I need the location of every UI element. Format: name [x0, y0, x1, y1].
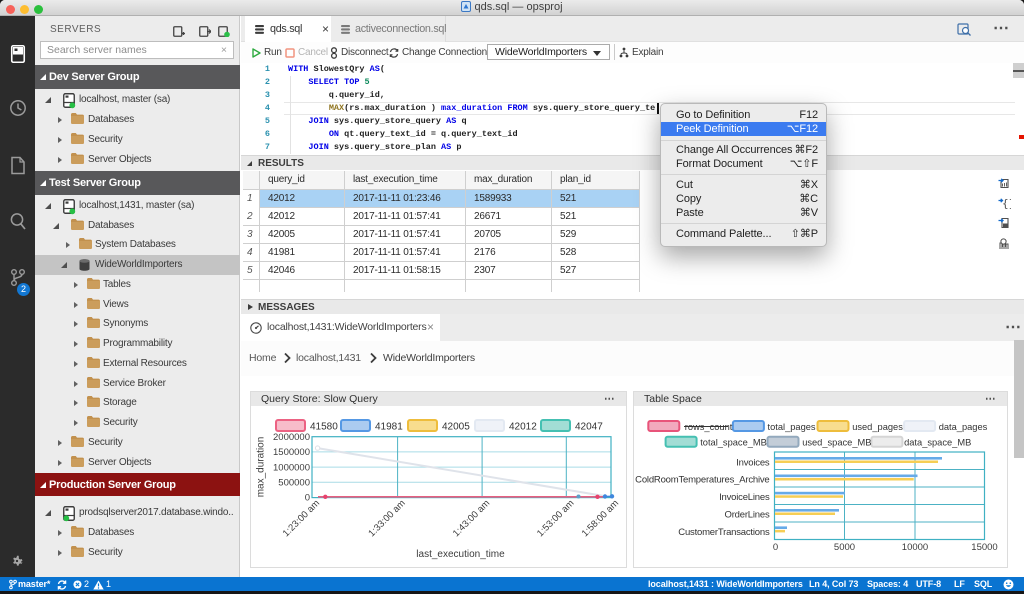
svg-text:0: 0 [773, 542, 778, 553]
svg-text:1000000: 1000000 [273, 462, 310, 473]
svg-text:total_pages: total_pages [768, 422, 816, 432]
svg-text:data_pages: data_pages [939, 422, 988, 432]
svg-text:used_space_MB: used_space_MB [802, 438, 871, 448]
svg-text:CustomerTransactions: CustomerTransactions [678, 527, 770, 538]
svg-text:last_execution_time: last_execution_time [416, 549, 505, 560]
svg-text:41981: 41981 [375, 422, 403, 433]
svg-text:ColdRoomTemperatures_Archive: ColdRoomTemperatures_Archive [635, 475, 769, 486]
svg-text:15000: 15000 [971, 542, 997, 553]
svg-text:max_duration: max_duration [256, 437, 267, 498]
svg-text:41580: 41580 [310, 422, 338, 433]
svg-text:used_pages: used_pages [852, 422, 903, 432]
svg-text:1:43:00 am: 1:43:00 am [451, 498, 492, 539]
svg-text:42012: 42012 [509, 422, 537, 433]
svg-text:1:53:00 am: 1:53:00 am [535, 498, 576, 539]
svg-text:1:23:00 am: 1:23:00 am [281, 498, 322, 539]
svg-text:1:33:00 am: 1:33:00 am [366, 498, 407, 539]
svg-text:OrderLines: OrderLines [725, 510, 770, 521]
svg-text:1:58:00 am: 1:58:00 am [580, 498, 621, 539]
svg-text:{}: {} [1002, 197, 1011, 209]
svg-text:500000: 500000 [278, 478, 310, 489]
svg-text:42047: 42047 [575, 422, 603, 433]
svg-text:total_space_MB: total_space_MB [700, 438, 767, 448]
svg-text:5000: 5000 [834, 542, 855, 553]
svg-text:data_space_MB: data_space_MB [904, 438, 971, 448]
svg-text:2000000: 2000000 [273, 432, 310, 443]
svg-text:InvoiceLines: InvoiceLines [719, 492, 770, 503]
svg-text:Invoices: Invoices [736, 457, 770, 468]
svg-text:42005: 42005 [442, 422, 470, 433]
svg-text:1500000: 1500000 [273, 447, 310, 458]
svg-text:10000: 10000 [902, 542, 928, 553]
